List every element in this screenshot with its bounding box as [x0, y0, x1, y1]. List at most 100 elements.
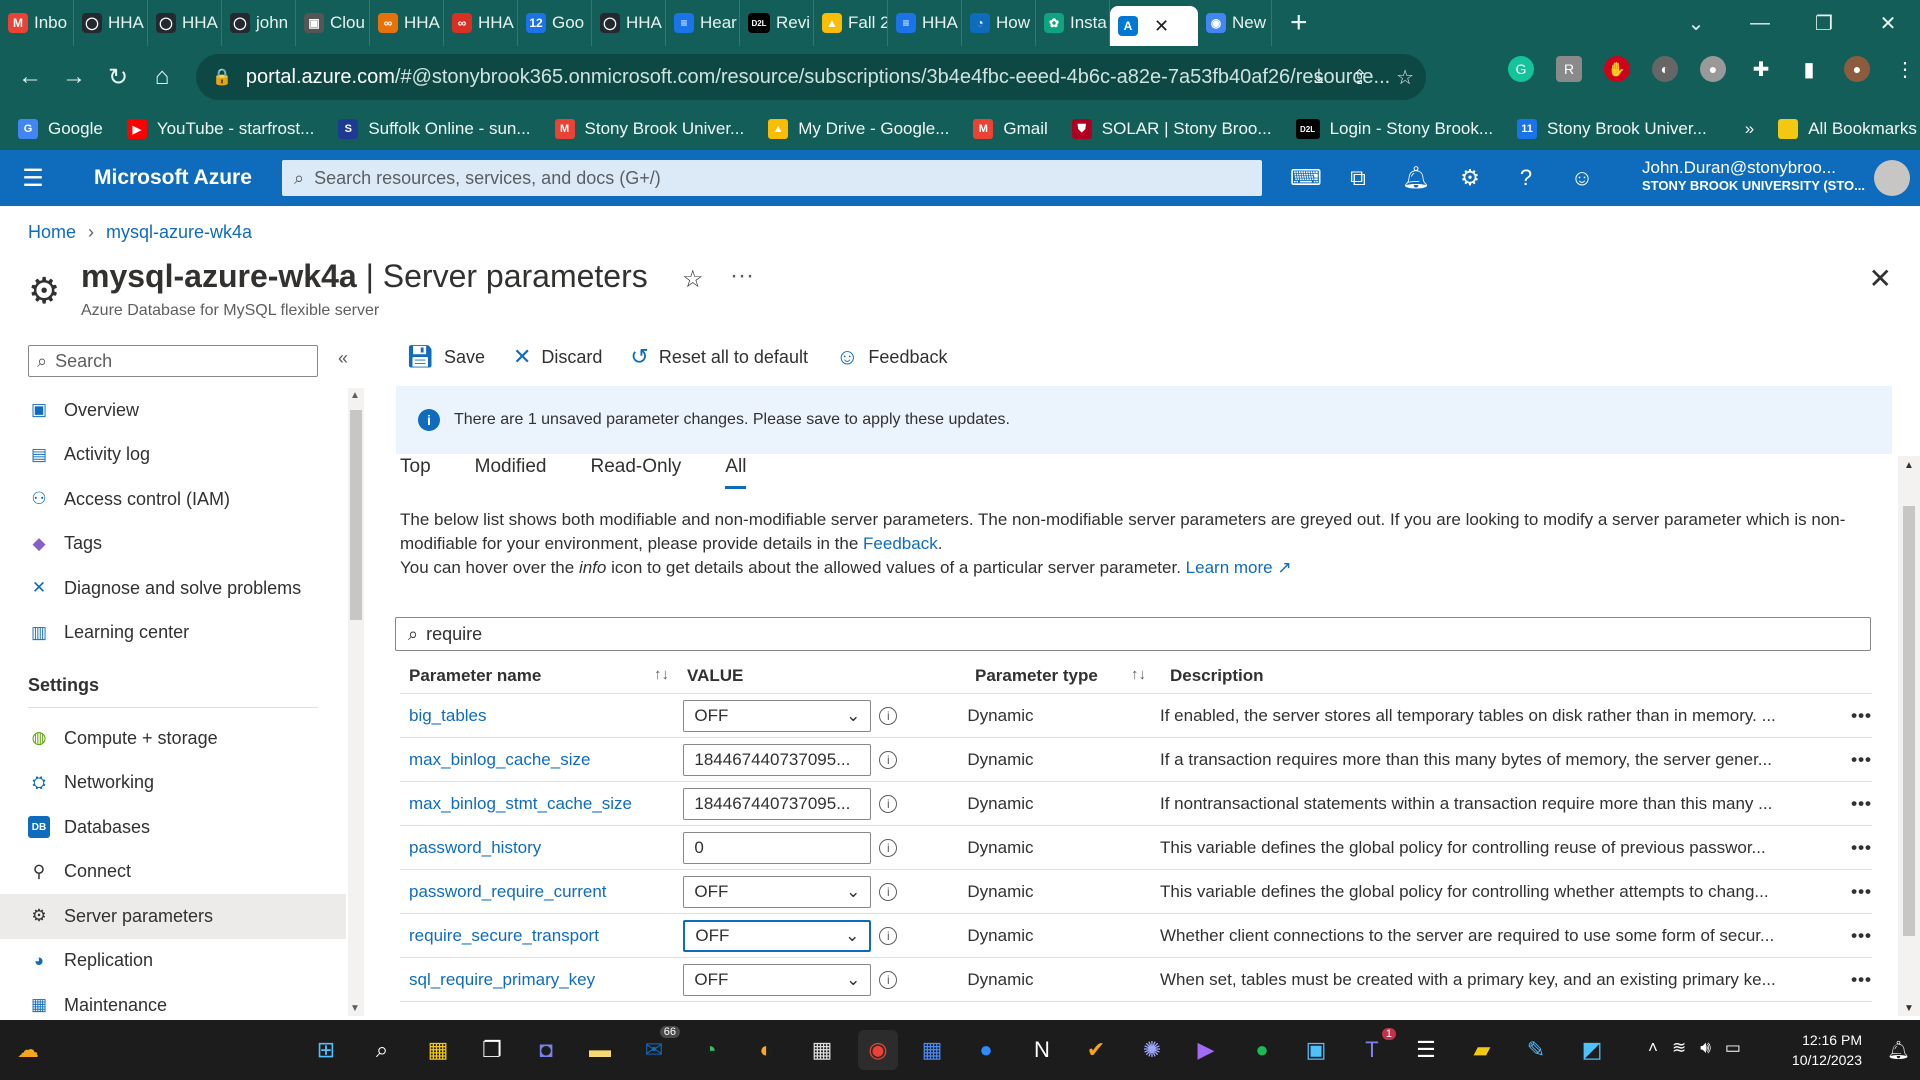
- info-icon[interactable]: i: [879, 970, 898, 989]
- terminal-icon[interactable]: ☰: [1406, 1030, 1446, 1070]
- sidebar-item-replication[interactable]: ◕ Replication: [0, 939, 346, 984]
- sidebar-item-compute-storage[interactable]: ◍ Compute + storage: [0, 716, 346, 761]
- sidebar-scroll-thumb[interactable]: [350, 410, 362, 620]
- breadcrumb-home[interactable]: Home: [28, 222, 76, 243]
- minimize-button[interactable]: —: [1728, 12, 1792, 35]
- notifications-icon[interactable]: 🔔︎: [1402, 165, 1430, 191]
- extension-circle-icon[interactable]: ●: [1700, 56, 1726, 82]
- feedback-link[interactable]: Feedback: [863, 534, 938, 553]
- bookmark-item[interactable]: 11 Stony Brook Univer...: [1517, 119, 1707, 139]
- sidebar-item-access-control-iam[interactable]: ⚇ Access control (IAM): [0, 477, 346, 522]
- browser-tab[interactable]: ◉ New: [1198, 0, 1272, 46]
- browser-tab[interactable]: A ✕: [1110, 6, 1198, 46]
- sidebar-item-networking[interactable]: ⛭ Networking: [0, 761, 346, 806]
- home-button[interactable]: ⌂: [140, 63, 184, 91]
- media-player-icon[interactable]: ▶: [1186, 1030, 1226, 1070]
- scroll-down-icon[interactable]: ▼: [350, 1003, 360, 1014]
- browser-tab[interactable]: ◯ HHA: [592, 0, 666, 46]
- main-scroll-thumb[interactable]: [1903, 506, 1915, 936]
- sidebar-item-server-parameters[interactable]: ⚙ Server parameters: [0, 894, 346, 939]
- azure-brand[interactable]: Microsoft Azure: [94, 166, 280, 190]
- lock-icon[interactable]: 🔒: [212, 67, 232, 87]
- extension-grey-icon[interactable]: ◐: [1652, 56, 1678, 82]
- browser-tab[interactable]: ▣ Clou: [296, 0, 370, 46]
- edge-icon[interactable]: ◔: [690, 1030, 730, 1070]
- value-input[interactable]: 184467440737095...: [683, 743, 872, 776]
- restore-button[interactable]: ❐: [1792, 11, 1856, 36]
- sidebar-item-diagnose-and-solve-problems[interactable]: ✕ Diagnose and solve problems: [0, 566, 346, 611]
- sidebar-item-databases[interactable]: DB Databases: [0, 805, 346, 850]
- bookmark-item[interactable]: G Google: [18, 119, 103, 139]
- info-icon[interactable]: i: [879, 750, 898, 769]
- zoom-icon[interactable]: ●: [966, 1030, 1006, 1070]
- main-scrollbar[interactable]: ▲ ▼: [1898, 456, 1920, 1016]
- browser-tab[interactable]: ◯ HHA: [148, 0, 222, 46]
- new-tab-button[interactable]: +: [1272, 6, 1326, 40]
- chrome-taskbar-icon[interactable]: ◉: [858, 1030, 898, 1070]
- close-blade-button[interactable]: ✕: [1869, 262, 1892, 295]
- sidebar-item-overview[interactable]: ▣ Overview: [0, 388, 346, 433]
- parameter-filter-input[interactable]: ⌕ require: [395, 617, 1871, 651]
- bookmark-item[interactable]: ▲ My Drive - Google...: [768, 119, 949, 139]
- browser-tab[interactable]: ≡ HHA: [888, 0, 962, 46]
- feedback-button[interactable]: ☺ Feedback: [836, 344, 948, 370]
- row-more-icon[interactable]: •••: [1840, 706, 1872, 726]
- phone-link-icon[interactable]: ▣: [1296, 1030, 1336, 1070]
- save-button[interactable]: 💾︎ Save: [406, 344, 485, 370]
- forward-button[interactable]: →: [52, 63, 96, 91]
- account-info[interactable]: John.Duran@stonybroo... STONY BROOK UNIV…: [1642, 158, 1865, 193]
- portal-menu-icon[interactable]: ☰: [0, 164, 66, 193]
- weather-app-icon[interactable]: ◐: [746, 1030, 786, 1070]
- parameter-name-link[interactable]: max_binlog_cache_size: [409, 750, 590, 770]
- value-input[interactable]: 184467440737095...: [683, 787, 872, 820]
- info-icon[interactable]: i: [879, 926, 898, 945]
- column-header-name[interactable]: Parameter name ↑↓: [400, 666, 687, 686]
- grammarly-icon[interactable]: G: [1508, 56, 1534, 82]
- scroll-up-icon[interactable]: ▲: [1904, 460, 1914, 471]
- favorite-star-icon[interactable]: ☆: [682, 265, 704, 294]
- puzzle-icon[interactable]: ✚: [1748, 56, 1774, 82]
- widgets-icon[interactable]: ▦: [418, 1030, 458, 1070]
- parameter-name-link[interactable]: password_require_current: [409, 882, 607, 902]
- close-window-button[interactable]: ✕: [1856, 11, 1920, 36]
- parameter-name-link[interactable]: max_binlog_stmt_cache_size: [409, 794, 632, 814]
- back-button[interactable]: ←: [8, 63, 52, 91]
- browser-tab[interactable]: ◔ How: [962, 0, 1036, 46]
- sidebar-scrollbar[interactable]: ▲ ▼: [348, 388, 364, 1016]
- row-more-icon[interactable]: •••: [1840, 794, 1872, 814]
- discard-button[interactable]: ✕ Discard: [513, 344, 602, 370]
- weather-icon[interactable]: ☁: [8, 1030, 48, 1070]
- bookmark-item[interactable]: ▶ YouTube - starfrost...: [126, 119, 314, 139]
- tab-read-only[interactable]: Read-Only: [590, 456, 681, 489]
- bookmarks-overflow-icon[interactable]: »: [1745, 119, 1754, 139]
- bookmark-item[interactable]: S Suffolk Online - sun...: [338, 119, 531, 139]
- bookmark-item[interactable]: ⛊ SOLAR | Stony Broo...: [1071, 119, 1272, 139]
- row-more-icon[interactable]: •••: [1840, 838, 1872, 858]
- wifi-icon[interactable]: ≋: [1672, 1038, 1686, 1058]
- sort-icon[interactable]: ↑↓: [1131, 666, 1146, 686]
- info-icon[interactable]: i: [879, 838, 898, 857]
- bookmark-item[interactable]: M Stony Brook Univer...: [554, 119, 744, 139]
- url-bar[interactable]: 🔒 portal.azure.com/#@stonybrook365.onmic…: [196, 54, 1426, 100]
- parameter-name-link[interactable]: password_history: [409, 838, 541, 858]
- spotify-icon[interactable]: ●: [1242, 1030, 1282, 1070]
- sidebar-search-input[interactable]: ⌕ Search: [28, 345, 318, 377]
- feedback-icon[interactable]: ☺: [1570, 165, 1594, 191]
- battery-icon[interactable]: ▭: [1725, 1038, 1741, 1058]
- clock[interactable]: 12:16 PM 10/12/2023: [1792, 1030, 1862, 1070]
- search-icon[interactable]: ⌕: [362, 1030, 402, 1070]
- parameter-name-link[interactable]: big_tables: [409, 706, 487, 726]
- bookmark-item[interactable]: D2L Login - Stony Brook...: [1295, 119, 1493, 139]
- share-icon[interactable]: ⇪: [1351, 65, 1368, 90]
- parameter-name-link[interactable]: require_secure_transport: [409, 926, 599, 946]
- browser-tab[interactable]: ◯ HHA: [74, 0, 148, 46]
- close-tab-icon[interactable]: ✕: [1154, 16, 1169, 37]
- collapse-sidebar-icon[interactable]: «: [338, 348, 348, 369]
- value-dropdown[interactable]: OFF ⌄: [683, 919, 872, 952]
- side-panel-icon[interactable]: ▮: [1796, 56, 1822, 82]
- reload-button[interactable]: ↻: [96, 63, 140, 92]
- start-button[interactable]: ⊞: [306, 1030, 346, 1070]
- todo-icon[interactable]: ✔: [1076, 1030, 1116, 1070]
- tab-search-icon[interactable]: ⌄: [1664, 11, 1728, 36]
- row-more-icon[interactable]: •••: [1840, 970, 1872, 990]
